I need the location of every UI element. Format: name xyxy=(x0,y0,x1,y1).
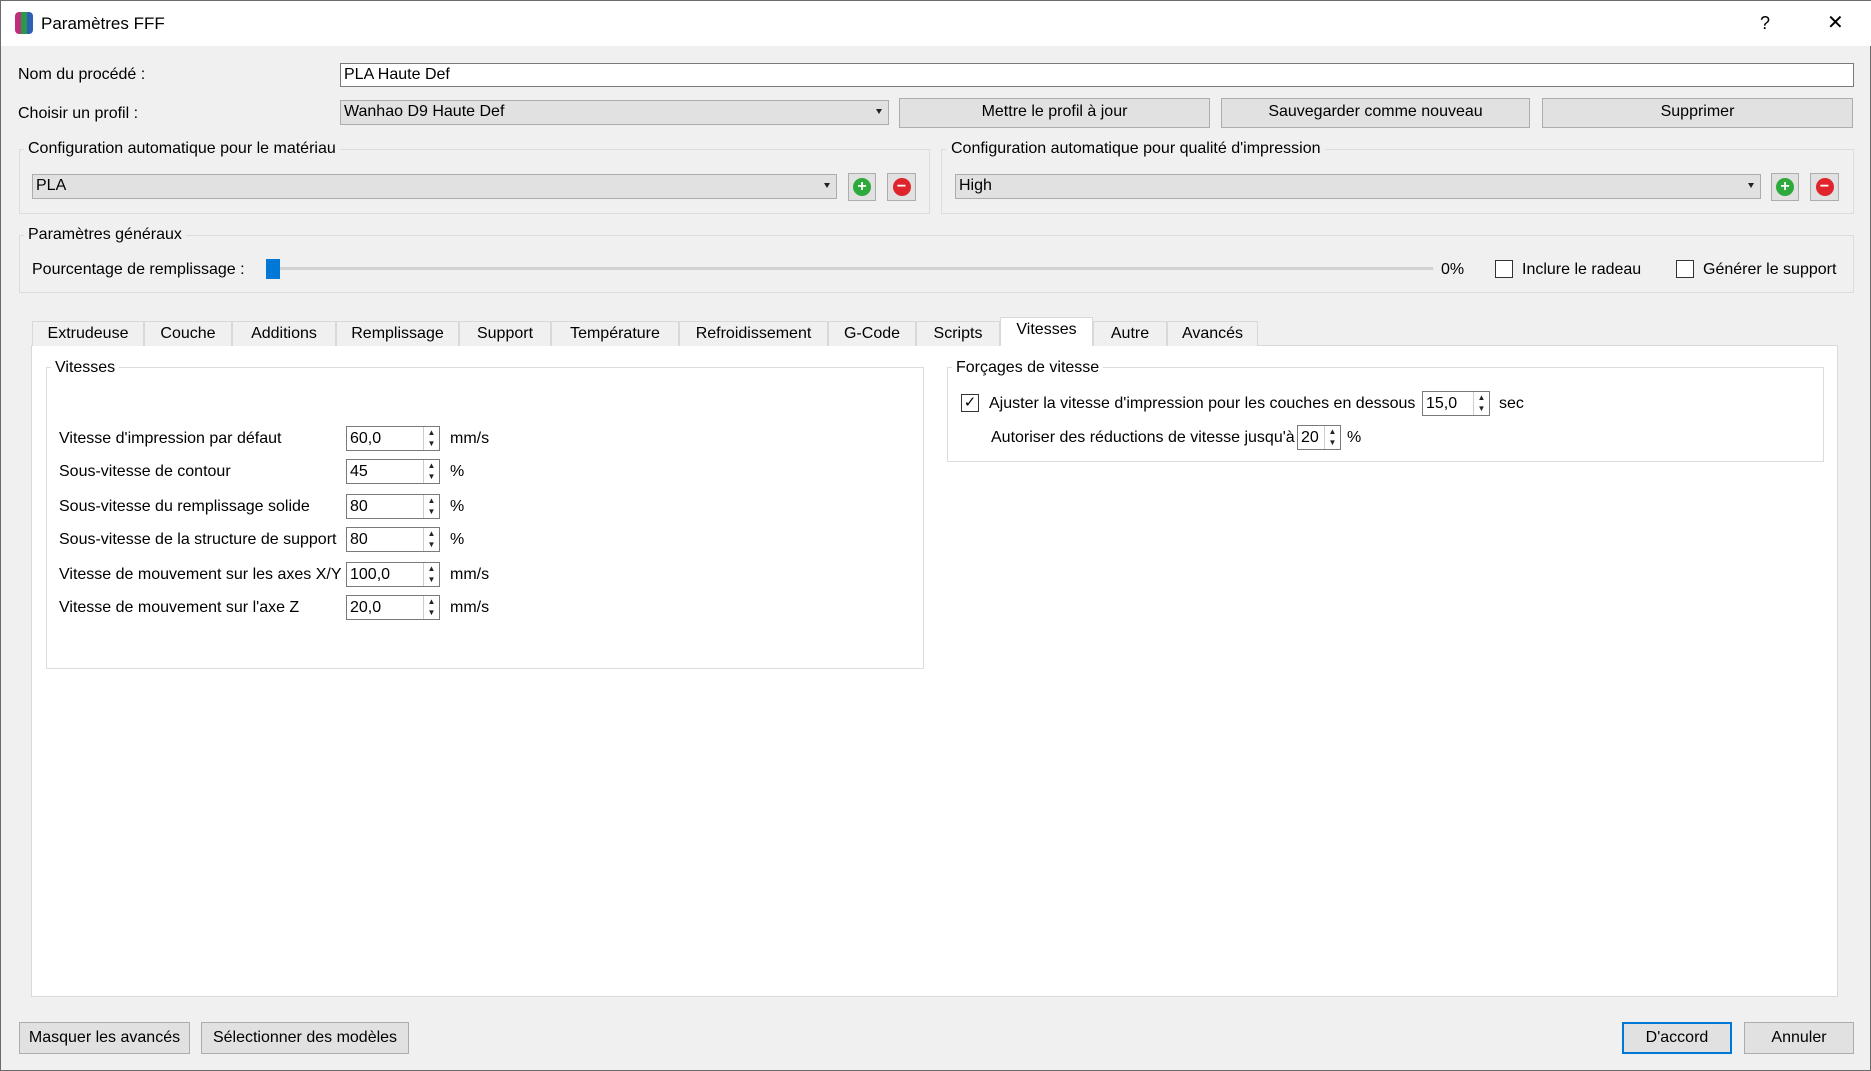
infill-slider-handle[interactable] xyxy=(266,259,280,279)
spin-arrows-icon[interactable]: ▲ ▼ xyxy=(423,460,439,483)
speed-row-spinbox[interactable]: 60,0 ▲ ▼ xyxy=(346,426,440,451)
reduce-speed-spinbox[interactable]: 20 ▲ ▼ xyxy=(1297,425,1341,450)
profile-label: Choisir un profil : xyxy=(18,105,139,122)
adjust-speed-value: 15,0 xyxy=(1426,395,1458,412)
update-profile-button[interactable]: Mettre le profil à jour xyxy=(899,98,1210,128)
close-button[interactable]: ✕ xyxy=(1827,13,1844,33)
material-group-title: Configuration automatique pour le matéri… xyxy=(24,139,340,159)
window-title: Paramètres FFF xyxy=(41,14,165,33)
tab-g-code[interactable]: G-Code xyxy=(828,321,916,346)
select-models-button[interactable]: Sélectionner des modèles xyxy=(201,1022,409,1054)
adjust-speed-label: Ajuster la vitesse d'impression pour les… xyxy=(989,395,1416,412)
speed-row-label: Sous-vitesse du remplissage solide xyxy=(59,498,310,515)
cancel-button[interactable]: Annuler xyxy=(1744,1022,1854,1054)
speed-row-unit: mm/s xyxy=(450,566,490,583)
chevron-down-icon xyxy=(824,183,830,188)
tab-température[interactable]: Température xyxy=(551,321,679,346)
add-quality-button[interactable]: + xyxy=(1771,173,1799,201)
material-value: PLA xyxy=(36,177,67,194)
tab-extrudeuse[interactable]: Extrudeuse xyxy=(32,321,144,346)
general-group-title: Paramètres généraux xyxy=(24,225,186,245)
speed-row-label: Sous-vitesse de la structure de support xyxy=(59,531,337,548)
speed-row-value: 60,0 xyxy=(350,430,382,447)
spin-arrows-icon[interactable]: ▲ ▼ xyxy=(1473,392,1489,415)
adjust-speed-unit: sec xyxy=(1499,395,1524,412)
chevron-down-icon xyxy=(876,109,882,114)
speed-row-spinbox[interactable]: 20,0 ▲ ▼ xyxy=(346,595,440,620)
speed-row-unit: % xyxy=(450,463,465,480)
spin-arrows-icon[interactable]: ▲ ▼ xyxy=(423,596,439,619)
speed-row-value: 80 xyxy=(350,498,368,515)
tab-additions[interactable]: Additions xyxy=(232,321,336,346)
tab-avancés[interactable]: Avancés xyxy=(1167,321,1258,346)
spin-arrows-icon[interactable]: ▲ ▼ xyxy=(1324,426,1340,449)
quality-value: High xyxy=(959,177,992,194)
speed-row-spinbox[interactable]: 80 ▲ ▼ xyxy=(346,494,440,519)
speed-row-label: Vitesse de mouvement sur l'axe Z xyxy=(59,599,300,616)
speeds-group xyxy=(46,367,924,669)
support-checkbox[interactable] xyxy=(1676,260,1694,278)
process-name-input[interactable]: PLA Haute Def xyxy=(340,63,1854,87)
plus-icon: + xyxy=(1776,178,1794,196)
app-icon xyxy=(15,12,33,34)
overrides-group-title: Forçages de vitesse xyxy=(952,358,1104,378)
quality-select[interactable]: High xyxy=(955,174,1761,199)
reduce-speed-unit: % xyxy=(1347,429,1362,446)
infill-label: Pourcentage de remplissage : xyxy=(32,261,245,278)
help-button[interactable]: ? xyxy=(1760,13,1770,33)
tab-autre[interactable]: Autre xyxy=(1093,321,1167,346)
process-name-label: Nom du procédé : xyxy=(18,66,146,83)
profile-value: Wanhao D9 Haute Def xyxy=(344,103,505,120)
speed-row-unit: % xyxy=(450,531,465,548)
speed-row-value: 20,0 xyxy=(350,599,382,616)
support-label: Générer le support xyxy=(1703,261,1837,278)
tab-support[interactable]: Support xyxy=(459,321,551,346)
profile-select[interactable]: Wanhao D9 Haute Def xyxy=(340,100,889,125)
speed-row-label: Vitesse d'impression par défaut xyxy=(59,430,282,447)
speed-row-value: 100,0 xyxy=(350,566,391,583)
ok-button[interactable]: D'accord xyxy=(1622,1022,1732,1054)
title-bar: Paramètres FFF ? ✕ xyxy=(1,1,1871,46)
add-material-button[interactable]: + xyxy=(848,173,876,201)
material-select[interactable]: PLA xyxy=(32,174,837,199)
quality-group-title: Configuration automatique pour qualité d… xyxy=(947,139,1325,159)
spin-arrows-icon[interactable]: ▲ ▼ xyxy=(423,495,439,518)
speed-row-label: Sous-vitesse de contour xyxy=(59,463,231,480)
speed-row-label: Vitesse de mouvement sur les axes X/Y xyxy=(59,566,342,583)
speed-row-unit: mm/s xyxy=(450,430,490,447)
chevron-down-icon xyxy=(1748,183,1754,188)
spin-arrows-icon[interactable]: ▲ ▼ xyxy=(423,563,439,586)
speeds-group-title: Vitesses xyxy=(51,358,120,378)
reduce-speed-label: Autoriser des réductions de vitesse jusq… xyxy=(991,429,1295,446)
speed-row-spinbox[interactable]: 100,0 ▲ ▼ xyxy=(346,562,440,587)
remove-quality-button[interactable]: − xyxy=(1810,173,1839,201)
speed-row-unit: mm/s xyxy=(450,599,490,616)
minus-icon: − xyxy=(892,178,911,196)
adjust-speed-spinbox[interactable]: 15,0 ▲ ▼ xyxy=(1422,391,1490,416)
minus-icon: − xyxy=(1815,178,1834,196)
infill-value: 0% xyxy=(1441,261,1465,278)
infill-slider-track[interactable] xyxy=(269,267,1433,270)
spin-arrows-icon[interactable]: ▲ ▼ xyxy=(423,528,439,551)
tab-remplissage[interactable]: Remplissage xyxy=(336,321,459,346)
reduce-speed-value: 20 xyxy=(1301,429,1319,446)
hide-advanced-button[interactable]: Masquer les avancés xyxy=(19,1022,190,1054)
speed-row-spinbox[interactable]: 45 ▲ ▼ xyxy=(346,459,440,484)
speed-row-unit: % xyxy=(450,498,465,515)
delete-button[interactable]: Supprimer xyxy=(1542,98,1853,128)
speed-row-spinbox[interactable]: 80 ▲ ▼ xyxy=(346,527,440,552)
raft-label: Inclure le radeau xyxy=(1522,261,1642,278)
plus-icon: + xyxy=(853,178,871,196)
tab-scripts[interactable]: Scripts xyxy=(916,321,1000,346)
adjust-speed-checkbox[interactable]: ✓ xyxy=(961,394,979,412)
tab-vitesses[interactable]: Vitesses xyxy=(1000,317,1093,346)
raft-checkbox[interactable] xyxy=(1495,260,1513,278)
save-as-new-button[interactable]: Sauvegarder comme nouveau xyxy=(1221,98,1530,128)
speed-row-value: 45 xyxy=(350,463,368,480)
spin-arrows-icon[interactable]: ▲ ▼ xyxy=(423,427,439,450)
tab-refroidissement[interactable]: Refroidissement xyxy=(679,321,828,346)
remove-material-button[interactable]: − xyxy=(887,173,916,201)
speed-row-value: 80 xyxy=(350,531,368,548)
tab-couche[interactable]: Couche xyxy=(144,321,232,346)
